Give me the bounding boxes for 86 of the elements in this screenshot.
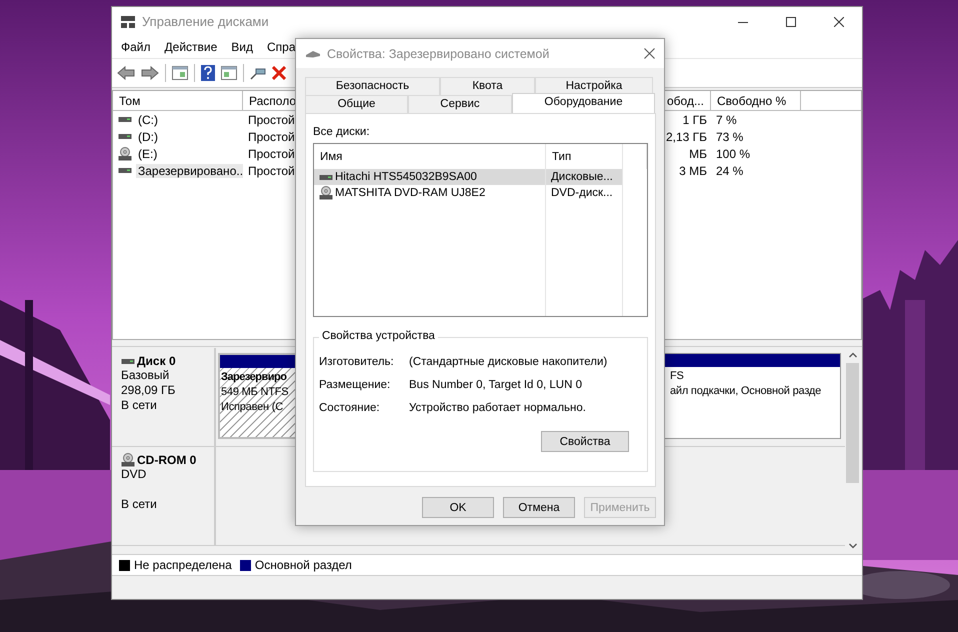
property-value: Bus Number 0, Target Id 0, LUN 0 (409, 378, 582, 390)
disk-info: DVD (121, 467, 146, 481)
property-value: (Стандартные дисковые накопители) (409, 356, 608, 368)
volume-name[interactable]: Зарезервировано... (136, 164, 243, 178)
help-icon[interactable] (201, 65, 215, 81)
property-label: Состояние: (319, 402, 381, 414)
volume-name[interactable]: (E:) (136, 146, 160, 160)
disk-info: Базовый (121, 368, 170, 382)
disk-list[interactable]: Имя Тип Hitachi HTS545032B9SA00 Дисковые... MATSHITA DVD-RAM UJ8E2 DVD-диск... (313, 143, 648, 317)
table-cell: 100 % (716, 146, 750, 160)
delete-icon[interactable] (272, 66, 286, 80)
column-header[interactable]: Имя (320, 150, 342, 162)
menu-item[interactable]: Файл (121, 40, 151, 54)
partition-info: Исправен (С (221, 400, 283, 415)
column-header[interactable]: обод... (667, 94, 704, 108)
scroll-up-icon[interactable] (848, 352, 856, 358)
disk-name: CD-ROM 0 (137, 453, 196, 467)
group-title: Свойства устройства (319, 330, 438, 342)
table-cell: 3 МБ (679, 164, 707, 178)
disk-info: В сети (121, 398, 157, 412)
column-header[interactable]: Тип (552, 150, 572, 162)
tab[interactable]: Безопасность (305, 77, 440, 95)
close-icon[interactable] (644, 48, 655, 59)
column-header[interactable]: Располо (249, 94, 296, 108)
table-cell: 7 % (716, 112, 737, 126)
disk-info: В сети (121, 497, 157, 511)
disk-info: 298,09 ГБ (121, 383, 176, 397)
dialog-title: Свойства: Зарезервировано системой (327, 46, 550, 60)
menu-item[interactable]: Действие (164, 40, 218, 54)
close-icon[interactable] (834, 16, 844, 26)
disk-management-icon (120, 14, 136, 28)
tab[interactable]: Сервис (408, 95, 512, 113)
table-cell: 73 % (716, 130, 744, 144)
window-title: Управление дисками (142, 14, 269, 29)
table-cell: Простой (248, 164, 295, 178)
list-row[interactable]: Hitachi HTS545032B9SA00 Дисковые... (314, 169, 623, 185)
partition-info: Зарезервиро (221, 370, 286, 385)
back-arrow-icon[interactable] (117, 66, 135, 80)
tab[interactable]: Оборудование (512, 93, 655, 113)
device-name: Hitachi HTS545032B9SA00 (335, 171, 477, 183)
device-name: MATSHITA DVD-RAM UJ8E2 (335, 187, 486, 199)
disk-name: Диск 0 (137, 354, 176, 368)
volume-name[interactable]: (C:) (136, 112, 160, 126)
cd-drive-icon (121, 453, 135, 467)
legend-label: Основной раздел (254, 558, 352, 572)
property-value: Устройство работает нормально. (409, 402, 586, 414)
partition-block[interactable]: FS айл подкачки, Основной разде (664, 353, 841, 439)
dialog-button[interactable]: OK (422, 497, 494, 518)
device-type: DVD-диск... (551, 187, 613, 199)
table-cell: 2,13 ГБ (666, 130, 707, 144)
menu-item[interactable]: Спра (267, 40, 296, 54)
device-type: Дисковые... (551, 171, 613, 183)
table-cell: Простой (248, 130, 295, 144)
panel-icon[interactable] (172, 66, 188, 80)
connect-icon[interactable] (250, 66, 266, 80)
drive-icon (121, 358, 135, 364)
table-cell: 24 % (716, 164, 744, 178)
drive-icon (118, 117, 132, 122)
partition-info: 549 МБ NTFS (221, 385, 288, 400)
menu-item[interactable]: Вид (231, 40, 253, 54)
partition-info: айл подкачки, Основной разде (670, 384, 822, 399)
cd-drive-icon (118, 146, 132, 160)
column-header[interactable]: Свободно % (717, 94, 786, 108)
drive-icon (319, 174, 333, 180)
table-cell: Простой (248, 146, 295, 160)
dialog-button[interactable]: Отмена (503, 497, 575, 518)
maximize-icon[interactable] (786, 16, 796, 26)
forward-arrow-icon[interactable] (141, 66, 159, 80)
scroll-down-icon[interactable] (848, 543, 856, 549)
panel-icon[interactable] (221, 66, 237, 80)
properties-button[interactable]: Свойства (541, 431, 629, 452)
property-label: Размещение: (319, 378, 392, 390)
cd-drive-icon (319, 186, 333, 200)
volume-name[interactable]: (D:) (136, 130, 160, 144)
all-disks-label: Все диски: (313, 126, 370, 138)
column-header[interactable]: Том (119, 94, 140, 108)
tab[interactable]: Общие (305, 95, 408, 113)
drive-icon (118, 168, 132, 173)
drive-icon (118, 134, 132, 139)
table-cell: МБ (689, 146, 707, 160)
list-row[interactable]: MATSHITA DVD-RAM UJ8E2 DVD-диск... (314, 185, 623, 201)
table-cell: Простой (248, 112, 295, 126)
property-label: Изготовитель: (319, 356, 395, 368)
tab[interactable]: Квота (440, 77, 535, 95)
table-cell: 1 ГБ (682, 112, 707, 126)
legend-label: Не распределена (134, 558, 232, 572)
